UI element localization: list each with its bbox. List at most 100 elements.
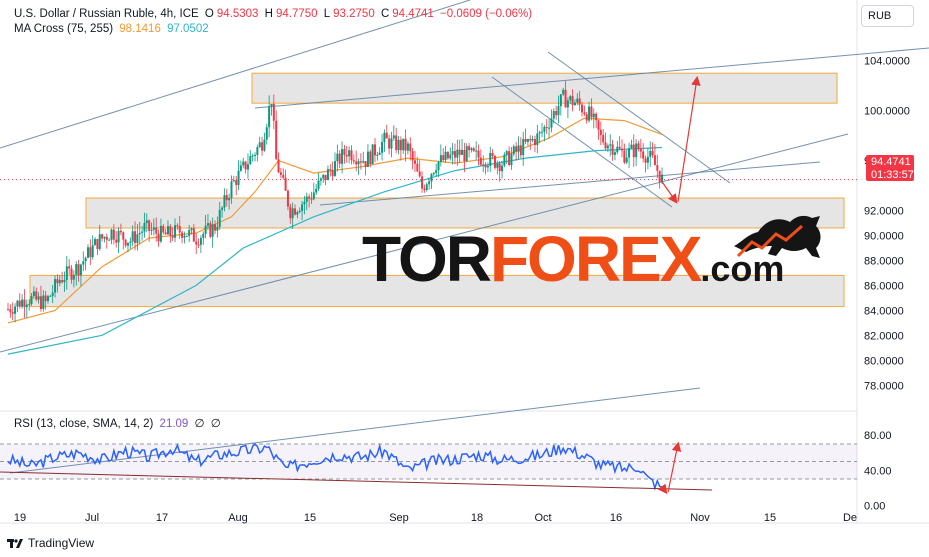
candle-body (345, 154, 348, 157)
torforex-watermark: TORFOREX.com (362, 215, 821, 296)
candle-body (7, 309, 9, 311)
candle-body (484, 164, 487, 168)
time-tick-label: Jul (85, 512, 99, 524)
candle-body (94, 239, 97, 246)
candle-body (515, 146, 518, 152)
time-tick-label: 15 (304, 512, 316, 524)
rsi-legend-name[interactable]: RSI (13, close, SMA, 14, 2) (14, 418, 153, 430)
candle-body (322, 174, 325, 179)
time-tick-label: De (843, 512, 857, 524)
candle-body (348, 150, 351, 157)
candle-body (334, 161, 336, 176)
candle-body (61, 280, 64, 283)
candle-body (486, 165, 489, 168)
candle-body (479, 157, 482, 165)
candle-body (16, 300, 19, 307)
time-tick-label: Aug (228, 512, 248, 524)
candle-body (656, 165, 659, 171)
candle-body (595, 113, 598, 121)
candle-body (564, 89, 567, 108)
time-tick-label: Sep (389, 512, 409, 524)
candle-body (183, 236, 186, 238)
candle-body (461, 150, 464, 155)
candle-body (649, 150, 652, 157)
candle-body (606, 145, 609, 149)
candle-body (265, 127, 268, 140)
candle-body (428, 181, 431, 185)
price-tick-label: 104.0000 (864, 56, 910, 68)
price-tick-label: 88.0000 (864, 255, 904, 267)
candle-body (256, 147, 259, 155)
change-value: −0.0609 (−0.06%) (440, 8, 533, 20)
candle-body (456, 149, 459, 158)
candle-body (96, 239, 99, 250)
candle-body (381, 141, 384, 153)
candle-body (319, 178, 322, 181)
candle-body (602, 134, 605, 143)
symbol-title[interactable]: U.S. Dollar / Russian Ruble, 4h, ICE (14, 8, 199, 20)
sr-zone (251, 72, 838, 104)
candle-body (541, 131, 544, 133)
candle-body (282, 174, 285, 178)
candle-body (272, 103, 275, 121)
candle-body (543, 126, 546, 132)
candle-body (63, 280, 66, 283)
candle-body (79, 264, 82, 276)
candle-body (225, 195, 228, 201)
candle-body (122, 232, 125, 240)
rsi-panel: 0.00 40.00 80.00 (0, 430, 892, 512)
candle-body (68, 266, 71, 269)
watermark-forex: FOREX (489, 223, 702, 295)
candle-body (470, 148, 473, 151)
candle-body (357, 161, 360, 165)
candle-body (618, 146, 621, 149)
candle-body (635, 143, 638, 158)
price-tick-label: 84.0000 (864, 305, 904, 317)
candle-body (341, 149, 344, 164)
time-tick-label: Oct (534, 512, 551, 524)
candle-body (301, 204, 304, 212)
price-tick-label: 78.0000 (864, 380, 904, 392)
candle-body (409, 143, 412, 152)
candle-body (449, 154, 452, 159)
candle-body (18, 300, 21, 307)
candle-body (46, 296, 49, 302)
candle-body (350, 150, 353, 161)
time-tick-label: Nov (690, 512, 710, 524)
candle-body (388, 138, 391, 149)
candle-body (268, 106, 271, 128)
time-tick-label: 18 (471, 512, 483, 524)
rsi-extra-1: ∅ (194, 418, 205, 430)
currency-button[interactable]: RUB (861, 5, 914, 27)
candle-body (117, 230, 120, 243)
candle-body (58, 280, 61, 284)
candle-body (134, 231, 137, 243)
candle-body (195, 241, 198, 245)
candle-body (632, 144, 635, 158)
candle-body (169, 226, 172, 236)
last-price-badge: 94.4741 01:33:57 (866, 155, 914, 181)
candle-body (308, 196, 311, 199)
ma-legend: MA Cross (75, 255) 98.1416 97.0502 (14, 23, 212, 35)
tradingview-footer[interactable]: TradingView (7, 536, 94, 550)
candle-body (303, 201, 306, 205)
candle-body (413, 160, 416, 164)
candle-body (49, 295, 52, 297)
candle-body (578, 98, 581, 105)
candle-body (573, 102, 576, 106)
candle-body (646, 156, 649, 163)
candle-body (310, 198, 313, 200)
candle-body (653, 155, 656, 166)
candle-body (661, 174, 663, 183)
candle-body (25, 304, 28, 308)
candle-body (505, 151, 508, 155)
candle-body (242, 161, 245, 166)
candle-body (84, 257, 87, 262)
candle-body (305, 196, 308, 202)
candle-body (503, 154, 506, 166)
candle-body (552, 111, 555, 119)
candle-body (209, 223, 212, 237)
candle-body (644, 158, 647, 163)
ma-legend-name[interactable]: MA Cross (75, 255) (14, 23, 113, 35)
candle-body (519, 145, 522, 156)
